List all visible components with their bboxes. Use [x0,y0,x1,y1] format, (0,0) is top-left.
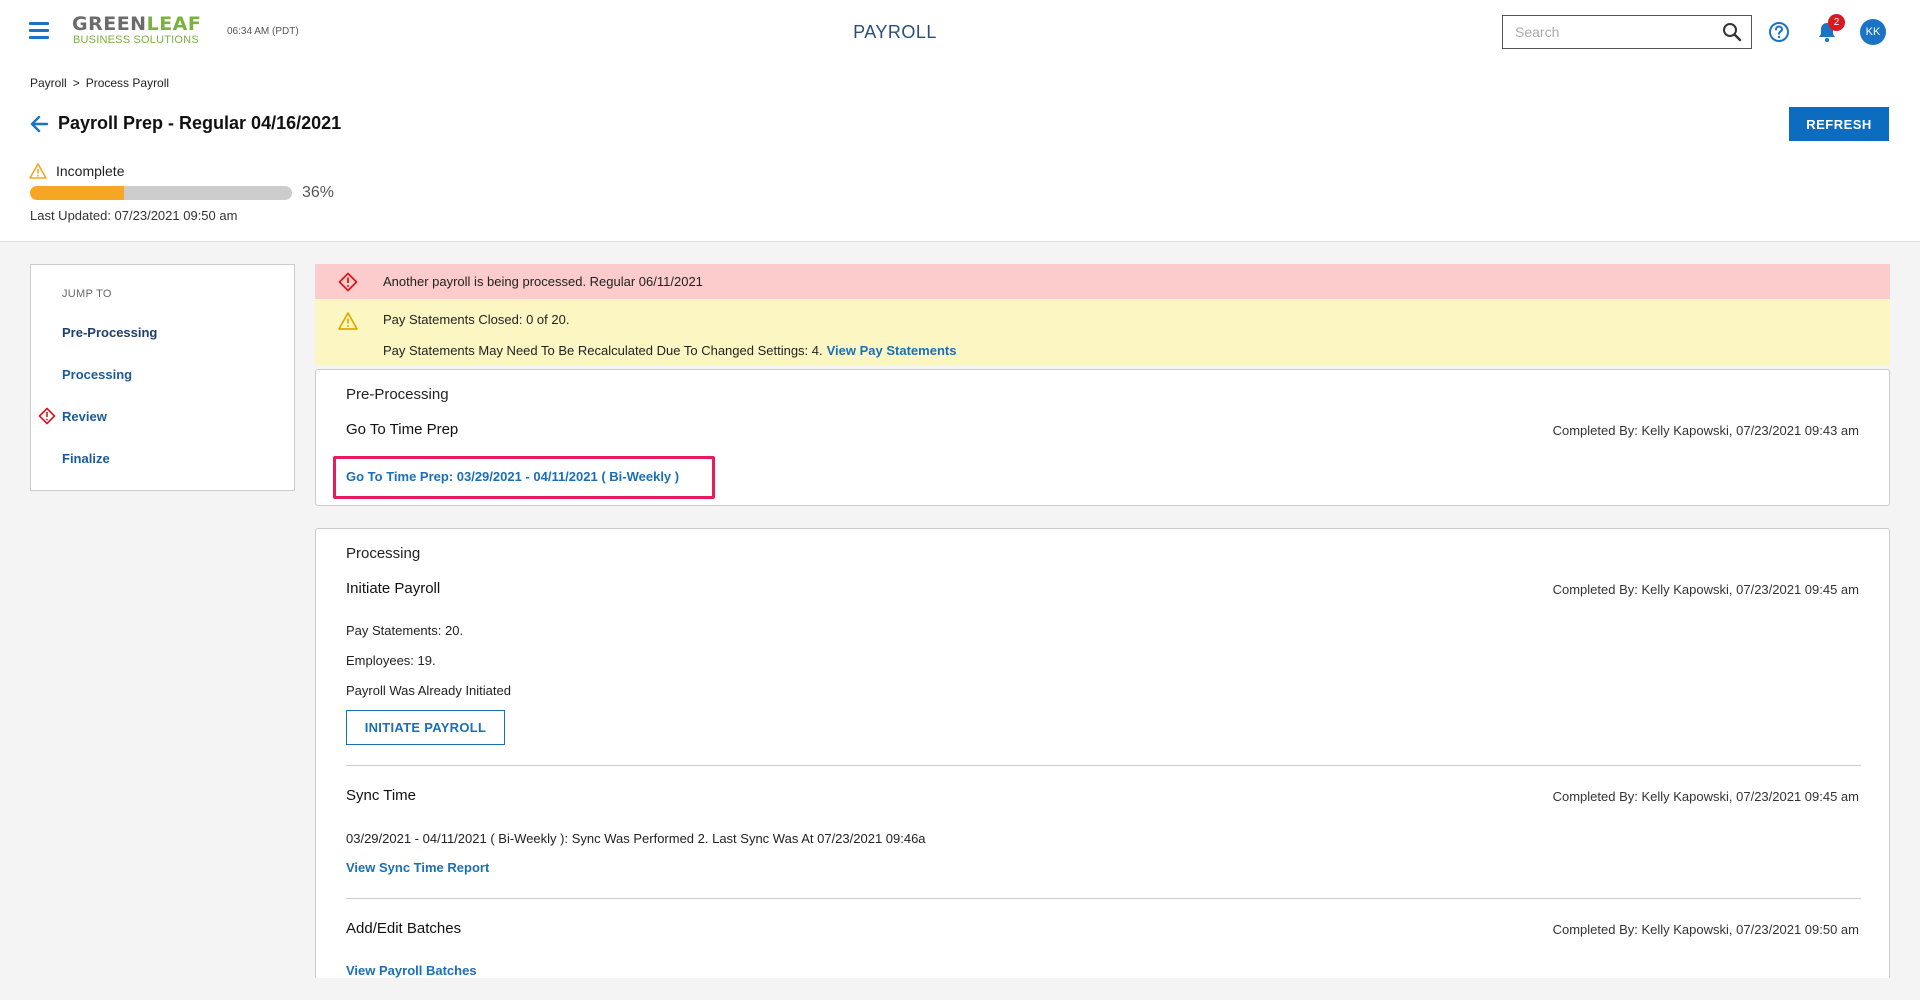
sync-time-title: Sync Time [346,787,417,804]
pay-statements-count: Pay Statements: 20. [346,623,464,638]
status-label: Incomplete [56,163,125,179]
view-pay-statements-link[interactable]: View Pay Statements [827,343,957,358]
page-header: Payroll > Process Payroll Payroll Prep - R… [0,64,1920,242]
progress-percent: 36% [302,184,335,201]
go-to-time-prep-title: Go To Time Prep [346,421,459,438]
jump-item-review[interactable]: Review [62,409,107,424]
warning-alert-line1: Pay Statements Closed: 0 of 20. [383,312,570,327]
review-error-icon [38,407,56,425]
back-arrow-icon[interactable] [29,114,49,134]
breadcrumb-process-payroll[interactable]: Process Payroll [86,76,169,90]
completed-by: Completed By: Kelly Kapowski, 07/23/2021… [1552,789,1859,804]
view-payroll-batches-link[interactable]: View Payroll Batches [346,963,477,978]
initiate-payroll-title: Initiate Payroll [346,580,441,597]
pre-processing-heading: Pre-Processing [346,386,449,403]
jump-item-finalize[interactable]: Finalize [62,451,110,466]
error-alert-text: Another payroll is being processed. Regu… [383,274,703,289]
page-title: Payroll Prep - Regular 04/16/2021 [58,113,342,133]
completed-by: Completed By: Kelly Kapowski, 07/23/2021… [1552,423,1859,438]
jump-to-panel: JUMP TO Pre-Processing Processing Review… [30,264,295,491]
pre-processing-card: Pre-Processing Go To Time Prep Completed… [315,369,1890,506]
warning-icon [29,163,47,179]
jump-item-pre-processing[interactable]: Pre-Processing [62,325,157,340]
divider [346,765,1861,766]
processing-card: Processing Initiate Payroll Completed By… [315,528,1890,978]
employees-count: Employees: 19. [346,653,436,668]
go-to-time-prep-link[interactable]: Go To Time Prep: 03/29/2021 - 04/11/2021… [346,469,679,484]
initiate-payroll-button[interactable]: INITIATE PAYROLL [346,710,505,745]
top-bar: GREENLEAF BUSINESS SOLUTIONS 06:34 AM (P… [0,0,1920,64]
warning-alert: Pay Statements Closed: 0 of 20. Pay Stat… [315,300,1890,365]
breadcrumb-separator: > [72,76,80,90]
help-icon[interactable] [1768,21,1790,43]
add-edit-batches-title: Add/Edit Batches [346,920,462,937]
jump-item-processing[interactable]: Processing [62,367,132,382]
breadcrumb: Payroll > Process Payroll [30,76,169,90]
warning-icon [338,312,358,330]
breadcrumb-payroll[interactable]: Payroll [30,76,67,90]
progress-bar [30,186,292,200]
error-icon [338,272,358,292]
completed-by: Completed By: Kelly Kapowski, 07/23/2021… [1552,582,1859,597]
initiate-status: Payroll Was Already Initiated [346,683,511,698]
refresh-button[interactable]: REFRESH [1789,107,1889,141]
jump-to-title: JUMP TO [62,288,112,300]
warning-alert-line2: Pay Statements May Need To Be Recalculat… [383,343,956,358]
search-input[interactable] [1503,16,1713,48]
error-alert: Another payroll is being processed. Regu… [315,264,1890,299]
warning-alert-line2-text: Pay Statements May Need To Be Recalculat… [383,343,823,358]
sync-detail: 03/29/2021 - 04/11/2021 ( Bi-Weekly ): S… [346,831,926,846]
completed-by: Completed By: Kelly Kapowski, 07/23/2021… [1552,922,1859,937]
search-icon[interactable] [1722,22,1742,42]
processing-heading: Processing [346,545,421,562]
notification-count-badge: 2 [1828,14,1845,31]
progress-bar-fill [30,186,125,200]
divider [346,898,1861,899]
view-sync-time-report-link[interactable]: View Sync Time Report [346,860,489,875]
user-avatar[interactable]: KK [1860,19,1886,45]
search-box [1502,15,1752,49]
last-updated: Last Updated: 07/23/2021 09:50 am [30,208,238,223]
